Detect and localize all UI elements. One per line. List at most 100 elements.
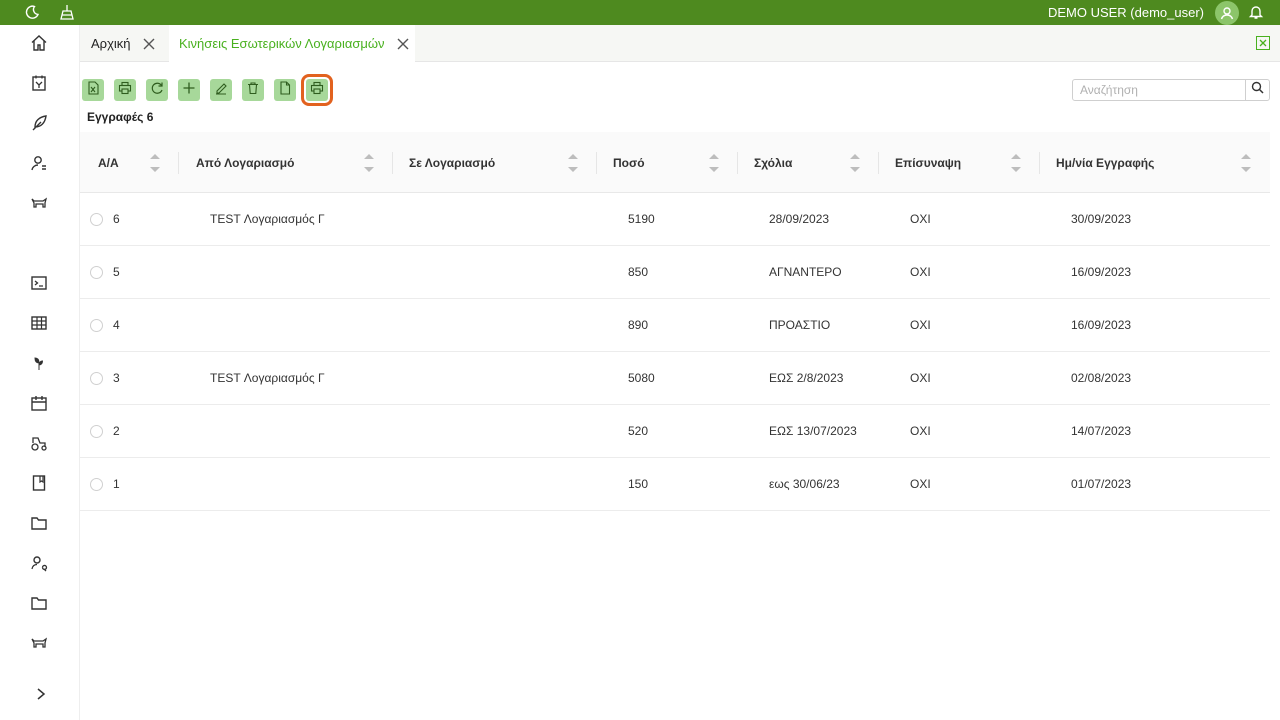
excel-close-icon[interactable]	[1256, 36, 1270, 50]
column-header-aa[interactable]: Α/Α	[98, 132, 119, 193]
user-avatar-icon[interactable]	[1215, 1, 1239, 25]
search-button[interactable]	[1245, 80, 1269, 100]
records-count: Εγγραφές 6	[87, 110, 154, 124]
cell-attachment: ΟΧΙ	[910, 477, 931, 491]
cell-aa: 1	[113, 477, 120, 491]
cell-aa: 3	[113, 371, 120, 385]
row-select-radio[interactable]	[90, 425, 103, 438]
column-label: Ημ/νία Εγγραφής	[1056, 155, 1155, 170]
book-icon[interactable]	[28, 472, 50, 494]
table-row[interactable]: 6 TEST Λογαριασμός Γ 5190 28/09/2023 ΟΧΙ…	[80, 193, 1270, 246]
search-box	[1072, 79, 1270, 101]
add-button[interactable]	[178, 79, 200, 101]
column-label: Σε Λογαριασμό	[409, 155, 496, 170]
folder-icon[interactable]	[28, 512, 50, 534]
tab-bar: Αρχική Κινήσεις Εσωτερικών Λογαριασμών	[80, 25, 1280, 62]
cell-date: 16/09/2023	[1071, 318, 1132, 332]
sort-icon[interactable]	[850, 152, 860, 174]
print-button[interactable]	[114, 79, 136, 101]
chevron-right-icon[interactable]	[30, 683, 52, 705]
delete-button[interactable]	[242, 79, 264, 101]
clean-icon[interactable]	[57, 2, 77, 22]
search-icon	[1251, 81, 1264, 99]
calendar-icon[interactable]	[28, 392, 50, 414]
cell-comments: 28/09/2023	[769, 212, 830, 226]
column-divider	[392, 152, 393, 174]
cell-comments: ΑΓΝΑΝΤΕΡΟ	[769, 265, 842, 279]
table-row[interactable]: 5 850 ΑΓΝΑΝΤΕΡΟ ΟΧΙ 16/09/2023	[80, 246, 1270, 299]
cow-icon[interactable]	[28, 192, 50, 214]
cell-aa: 2	[113, 424, 120, 438]
home-icon[interactable]	[28, 32, 50, 54]
column-header-attachment[interactable]: Επίσυναψη	[895, 132, 961, 193]
sort-icon[interactable]	[1011, 152, 1021, 174]
folder-icon[interactable]	[28, 592, 50, 614]
column-divider	[596, 152, 597, 174]
edit-button[interactable]	[210, 79, 232, 101]
column-header-comments[interactable]: Σχόλια	[754, 132, 792, 193]
tab-internal-accounts[interactable]: Κινήσεις Εσωτερικών Λογαριασμών	[169, 25, 415, 62]
column-label: Επίσυναψη	[895, 155, 962, 170]
table-icon[interactable]	[28, 312, 50, 334]
sort-icon[interactable]	[568, 152, 578, 174]
cell-comments: ΕΩΣ 13/07/2023	[769, 424, 857, 438]
search-input[interactable]	[1073, 80, 1247, 100]
table-row[interactable]: 1 150 εως 30/06/23 ΟΧΙ 01/07/2023	[80, 458, 1270, 511]
close-icon[interactable]	[141, 36, 157, 52]
user-name[interactable]: DEMO USER (demo_user)	[1048, 5, 1204, 20]
column-header-to-account[interactable]: Σε Λογαριασμό	[409, 132, 495, 193]
cell-attachment: ΟΧΙ	[910, 318, 931, 332]
excel-export-button[interactable]	[82, 79, 104, 101]
cell-attachment: ΟΧΙ	[910, 424, 931, 438]
cow-icon[interactable]	[28, 632, 50, 654]
column-header-amount[interactable]: Ποσό	[613, 132, 645, 193]
table-row[interactable]: 2 520 ΕΩΣ 13/07/2023 ΟΧΙ 14/07/2023	[80, 405, 1270, 458]
seedling-icon[interactable]	[28, 352, 50, 374]
tab-label: Κινήσεις Εσωτερικών Λογαριασμών	[179, 36, 385, 51]
user-settings-icon[interactable]	[28, 152, 50, 174]
column-label: Α/Α	[98, 155, 119, 170]
refresh-button[interactable]	[146, 79, 168, 101]
tab-label: Αρχική	[91, 36, 131, 51]
user-search-icon[interactable]	[28, 552, 50, 574]
row-select-radio[interactable]	[90, 478, 103, 491]
sort-icon[interactable]	[150, 152, 160, 174]
column-header-from-account[interactable]: Από Λογαριασμό	[196, 132, 294, 193]
row-select-radio[interactable]	[90, 213, 103, 226]
row-select-radio[interactable]	[90, 266, 103, 279]
document-icon	[278, 80, 292, 100]
close-icon[interactable]	[395, 36, 411, 52]
table-header: Α/Α Από Λογαριασμό Σε Λογαριασμό Ποσό Σχ…	[80, 132, 1270, 193]
column-label: Από Λογαριασμό	[196, 155, 295, 170]
print-list-button[interactable]	[301, 74, 333, 106]
column-divider	[878, 152, 879, 174]
cell-attachment: ΟΧΙ	[910, 265, 931, 279]
feather-icon[interactable]	[28, 112, 50, 134]
sort-icon[interactable]	[709, 152, 719, 174]
bell-icon[interactable]	[1246, 2, 1266, 22]
delete-icon	[246, 81, 260, 100]
cell-comments: εως 30/06/23	[769, 477, 840, 491]
cell-amount: 5190	[628, 212, 655, 226]
terminal-icon[interactable]	[28, 272, 50, 294]
cell-amount: 890	[628, 318, 649, 332]
cell-amount: 150	[628, 477, 649, 491]
row-select-radio[interactable]	[90, 372, 103, 385]
tractor-icon[interactable]	[28, 432, 50, 454]
cell-amount: 850	[628, 265, 649, 279]
print-list-icon	[310, 81, 324, 100]
sort-icon[interactable]	[1241, 152, 1251, 174]
row-select-radio[interactable]	[90, 319, 103, 332]
table-row[interactable]: 4 890 ΠΡΟΑΣΤΙΟ ΟΧΙ 16/09/2023	[80, 299, 1270, 352]
moon-icon[interactable]	[22, 2, 42, 22]
column-divider	[178, 152, 179, 174]
document-button[interactable]	[274, 79, 296, 101]
cell-date: 02/08/2023	[1071, 371, 1132, 385]
tab-home[interactable]: Αρχική	[80, 25, 168, 62]
cell-aa: 6	[113, 212, 120, 226]
top-bar: DEMO USER (demo_user)	[0, 0, 1280, 25]
column-header-date[interactable]: Ημ/νία Εγγραφής	[1056, 132, 1154, 193]
table-row[interactable]: 3 TEST Λογαριασμός Γ 5080 ΕΩΣ 2/8/2023 Ο…	[80, 352, 1270, 405]
invoice-icon[interactable]	[28, 72, 50, 94]
sort-icon[interactable]	[364, 152, 374, 174]
